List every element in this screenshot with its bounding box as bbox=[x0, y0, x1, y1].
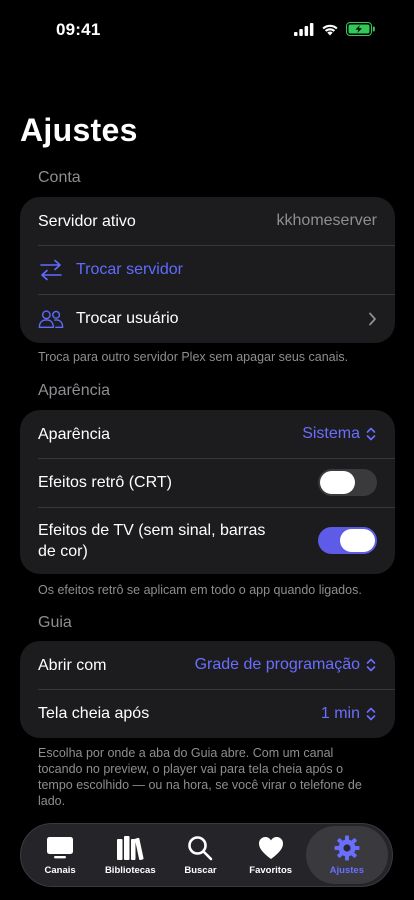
appearance-footer-note: Os efeitos retrô se aplicam em todo o ap… bbox=[38, 583, 362, 597]
chevron-right-icon bbox=[369, 312, 376, 325]
switch-user-label: Trocar usuário bbox=[76, 310, 179, 327]
crt-effects-row: Efeitos retrô (CRT) bbox=[20, 458, 395, 507]
fullscreen-after-label: Tela cheia após bbox=[38, 705, 150, 722]
heart-icon bbox=[256, 835, 286, 861]
guide-card: Abrir com Grade de programação Tela chei… bbox=[20, 641, 395, 738]
fullscreen-after-value: 1 min bbox=[320, 704, 360, 722]
appearance-row[interactable]: Aparência Sistema bbox=[20, 410, 395, 458]
open-with-label: Abrir com bbox=[38, 656, 107, 674]
tab-buscar[interactable]: Buscar bbox=[165, 826, 235, 884]
swap-arrows-icon bbox=[38, 257, 64, 283]
active-server-value: kkhomeserver bbox=[276, 212, 377, 229]
books-icon bbox=[115, 835, 145, 861]
active-server-row: Servidor ativo kkhomeserver bbox=[20, 197, 395, 245]
tv-effects-toggle[interactable] bbox=[318, 527, 377, 554]
page-title: Ajustes bbox=[20, 112, 138, 148]
open-with-value: Grade de programação bbox=[194, 656, 360, 673]
status-icons bbox=[294, 22, 376, 36]
chevron-up-down-icon bbox=[366, 707, 376, 720]
section-header-guide: Guia bbox=[38, 614, 72, 631]
appearance-picker[interactable]: Sistema bbox=[302, 425, 377, 443]
tv-effects-row: Efeitos de TV (sem sinal, barras de cor) bbox=[20, 507, 395, 574]
chevron-up-down-icon bbox=[366, 427, 376, 441]
gear-icon bbox=[332, 835, 362, 861]
account-footer-note: Troca para outro servidor Plex sem apaga… bbox=[38, 350, 349, 364]
tab-bibliotecas[interactable]: Bibliotecas bbox=[95, 826, 165, 884]
tv-icon bbox=[45, 835, 75, 861]
fullscreen-after-picker[interactable]: 1 min bbox=[321, 705, 377, 723]
tab-label: Buscar bbox=[184, 864, 217, 876]
tab-favoritos[interactable]: Favoritos bbox=[236, 826, 306, 884]
people-icon bbox=[38, 306, 64, 332]
tab-ajustes[interactable]: Ajustes bbox=[305, 826, 388, 884]
fullscreen-after-row[interactable]: Tela cheia após 1 min bbox=[20, 689, 395, 738]
guide-footer-note: Escolha por onde a aba do Guia abre. Com… bbox=[38, 746, 362, 808]
section-header-appearance: Aparência bbox=[38, 382, 111, 399]
switch-user-row[interactable]: Trocar usuário bbox=[20, 294, 395, 343]
chevron-up-down-icon bbox=[366, 658, 376, 672]
crt-effects-toggle[interactable] bbox=[318, 469, 377, 496]
wifi-icon bbox=[322, 24, 338, 35]
open-with-row[interactable]: Abrir com Grade de programação bbox=[20, 641, 395, 689]
tab-label: Ajustes bbox=[329, 864, 364, 876]
status-bar: 09:41 bbox=[0, 0, 414, 54]
active-server-label: Servidor ativo bbox=[38, 212, 136, 230]
tab-label: Canais bbox=[44, 864, 76, 876]
account-card: Servidor ativo kkhomeserver Trocar servi… bbox=[20, 197, 395, 343]
tab-label: Bibliotecas bbox=[104, 864, 156, 876]
appearance-label: Aparência bbox=[38, 425, 111, 443]
toggle-knob bbox=[340, 529, 375, 552]
status-time: 09:41 bbox=[56, 20, 101, 39]
section-header-account: Conta bbox=[38, 169, 81, 186]
appearance-value: Sistema bbox=[302, 425, 360, 442]
tab-label: Favoritos bbox=[249, 864, 293, 876]
tab-canais[interactable]: Canais bbox=[25, 826, 95, 884]
battery-charging-icon bbox=[346, 22, 375, 36]
open-with-picker[interactable]: Grade de programação bbox=[195, 656, 377, 674]
tab-bar: Canais Bibliotecas Buscar Favoritos Ajus… bbox=[20, 823, 393, 887]
crt-effects-label: Efeitos retrô (CRT) bbox=[38, 474, 172, 491]
appearance-card: Aparência Sistema Efeitos retrô (CRT) Ef… bbox=[20, 410, 395, 574]
magnifier-icon bbox=[185, 835, 215, 861]
switch-server-row[interactable]: Trocar servidor bbox=[20, 245, 395, 294]
switch-server-label: Trocar servidor bbox=[76, 260, 183, 278]
toggle-knob bbox=[320, 471, 355, 494]
tv-effects-label: Efeitos de TV (sem sinal, barras de cor) bbox=[38, 521, 266, 560]
cellular-signal-icon bbox=[294, 22, 314, 36]
